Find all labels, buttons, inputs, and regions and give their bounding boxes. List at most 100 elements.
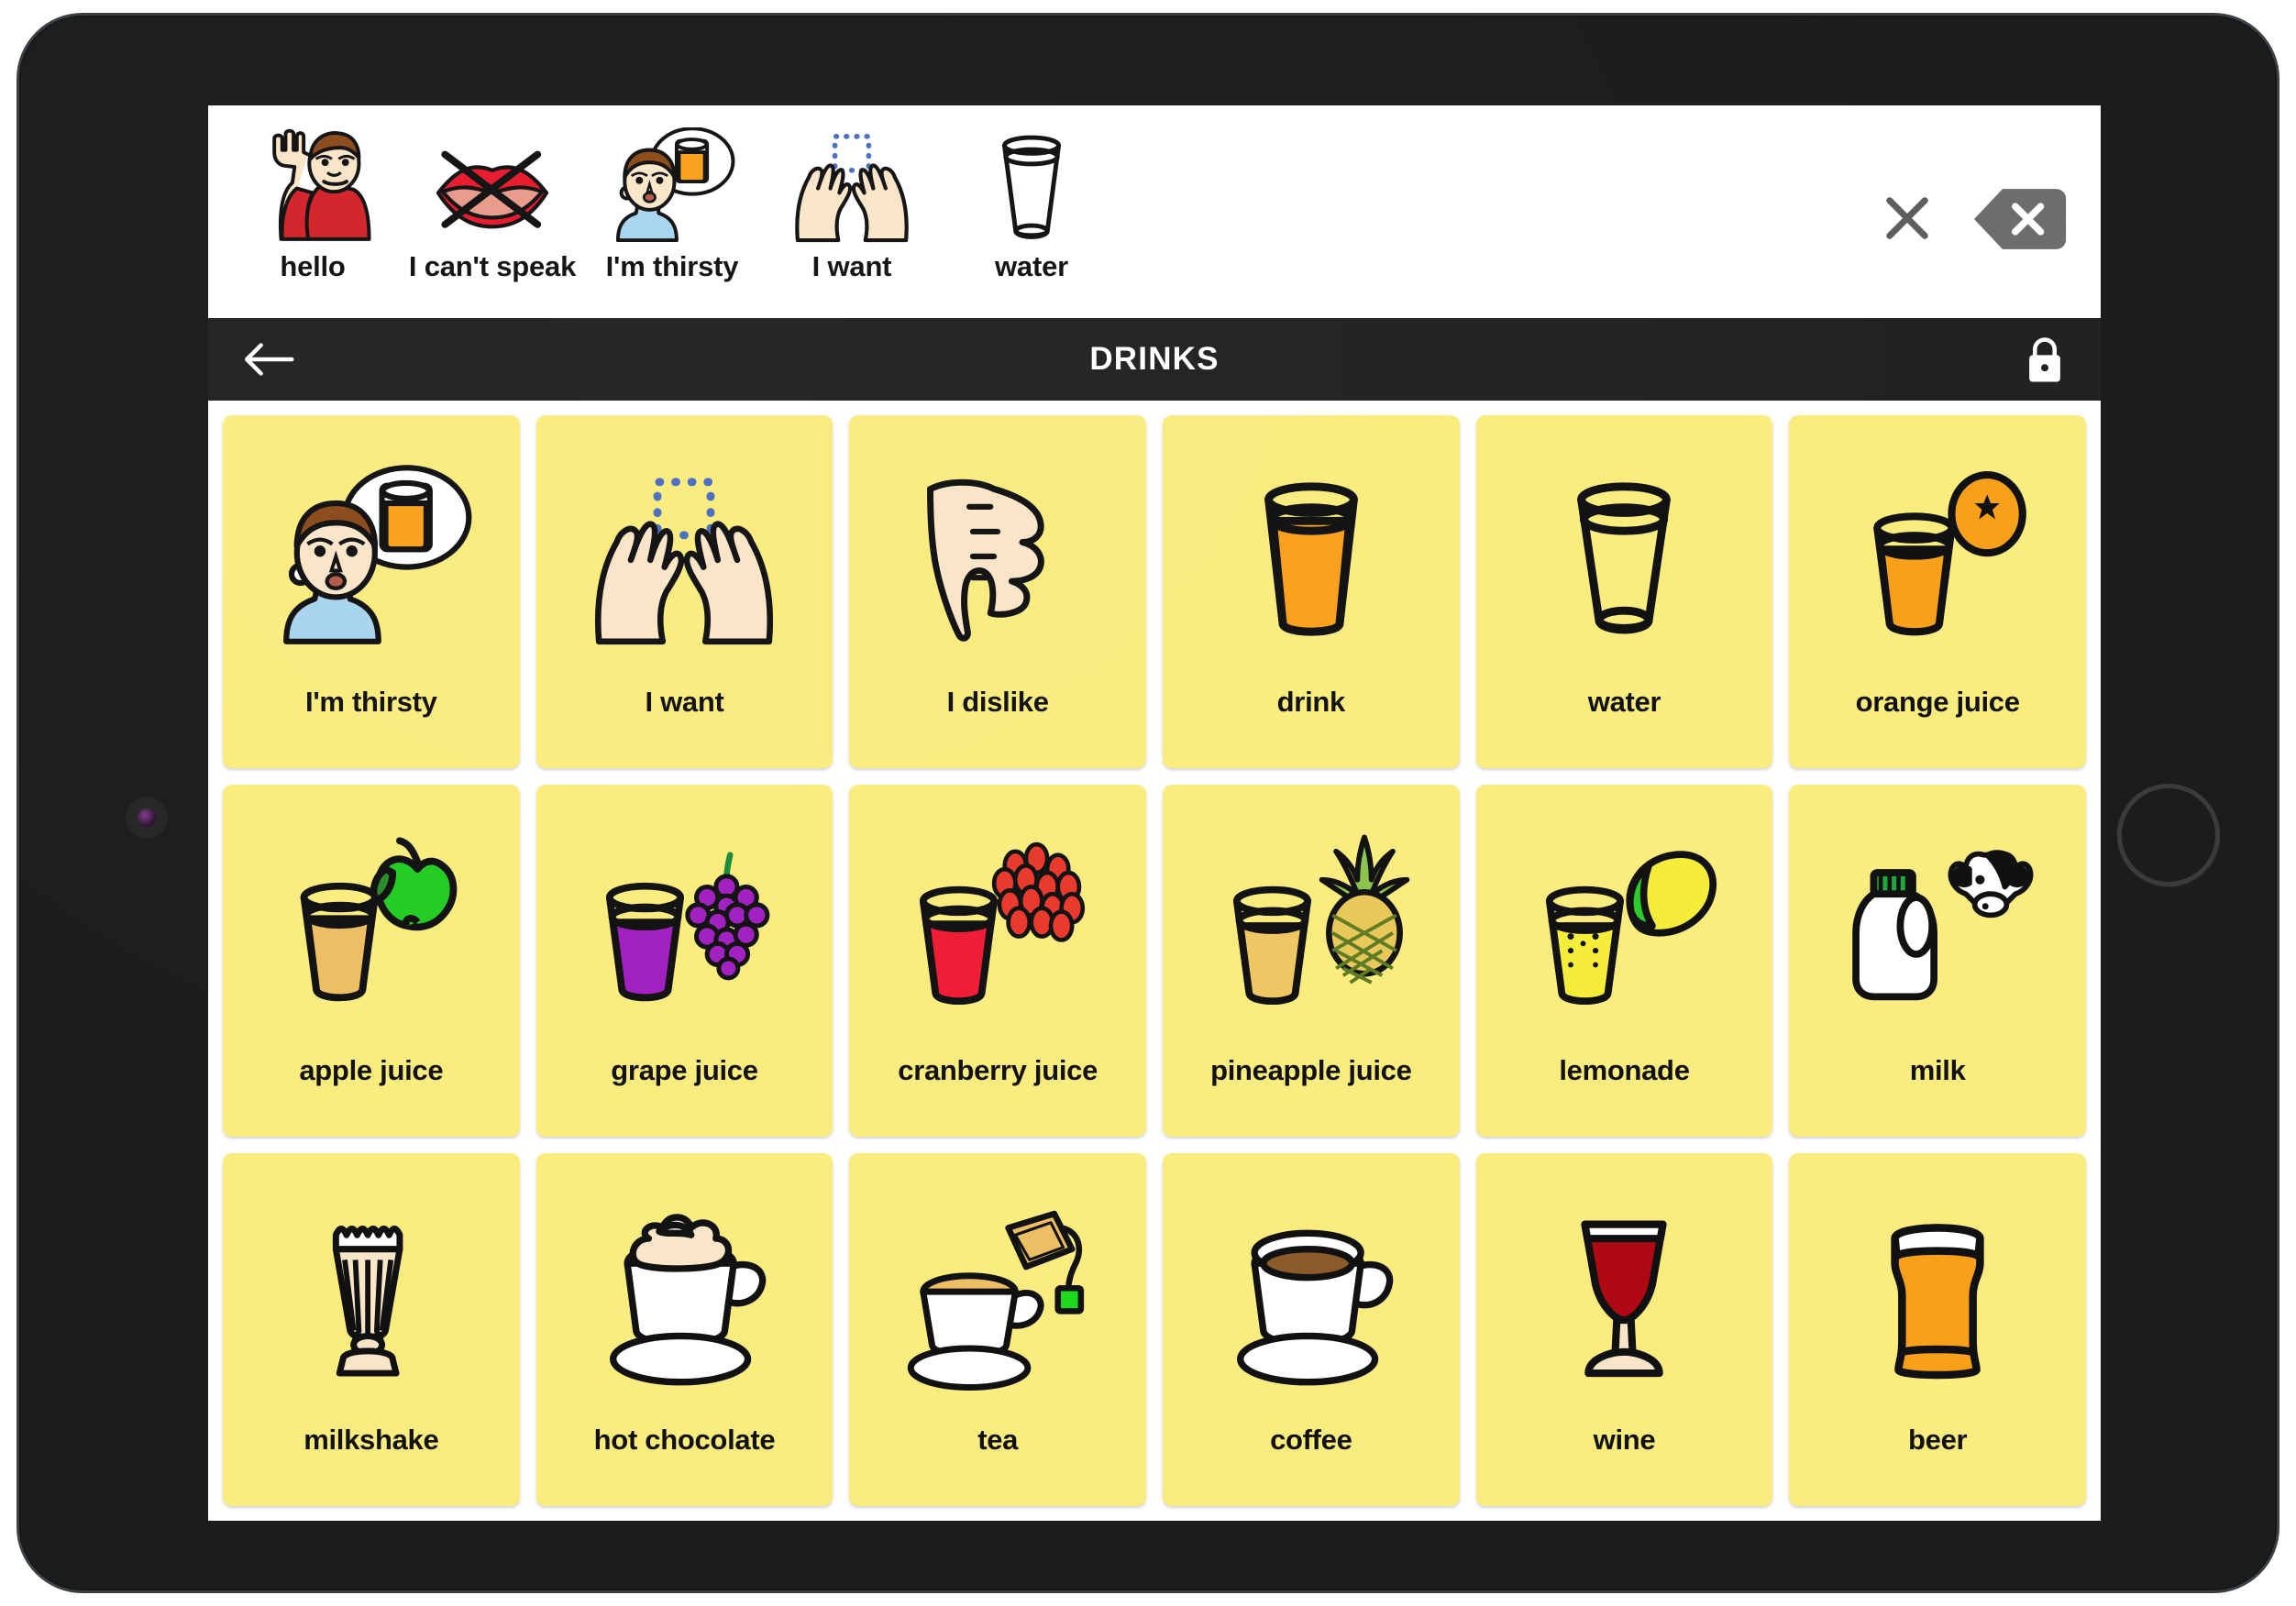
sentence-item-label: water — [995, 250, 1068, 282]
board-cell-apple-juice[interactable]: apple juice — [223, 784, 520, 1138]
two-hands-reaching-icon — [595, 478, 774, 645]
cell-artwork — [536, 798, 833, 1055]
cell-artwork — [536, 1166, 833, 1424]
sentence-item-hello[interactable]: hello — [223, 118, 403, 318]
cell-artwork — [1163, 798, 1460, 1055]
person-thinking-of-drink-icon — [615, 127, 735, 243]
sentence-item-im-thirsty[interactable]: I'm thirsty — [582, 118, 762, 318]
cell-label: water — [1587, 685, 1661, 718]
cell-label: wine — [1593, 1423, 1656, 1456]
beer-pint-icon — [1891, 1223, 1984, 1379]
glass-with-cranberries-icon — [920, 842, 1086, 1005]
tablet-device-frame: hello I can't speak I'm thirsty I want w… — [17, 13, 2279, 1593]
milk-jug-with-cow-icon — [1852, 850, 2034, 1001]
board-cell-coffee[interactable]: coffee — [1162, 1153, 1460, 1506]
cell-artwork — [1476, 798, 1773, 1055]
glass-of-orange-drink-icon — [1264, 482, 1358, 636]
wine-glass-icon — [1581, 1220, 1668, 1377]
mug-with-whipped-cream-icon — [610, 1213, 767, 1386]
page-title: DRINKS — [1089, 341, 1220, 377]
board-cell-i-dislike[interactable]: I dislike — [849, 415, 1146, 768]
cell-label: pineapple juice — [1210, 1054, 1412, 1087]
person-thinking-of-drink-icon — [282, 465, 472, 645]
cell-artwork — [849, 1166, 1146, 1424]
coffee-cup-icon — [1236, 1229, 1394, 1386]
close-x-icon — [1886, 197, 1928, 239]
sentence-item-label: I'm thirsty — [605, 250, 739, 282]
cell-label: milkshake — [304, 1423, 439, 1456]
cell-artwork — [1163, 428, 1460, 686]
board-cell-grape-juice[interactable]: grape juice — [535, 784, 833, 1138]
cell-artwork — [849, 798, 1146, 1055]
cell-label: I'm thirsty — [305, 685, 437, 718]
cell-artwork — [223, 1166, 520, 1424]
board-cell-cranberry-juice[interactable]: cranberry juice — [849, 784, 1146, 1138]
milkshake-glass-icon — [332, 1225, 403, 1377]
glass-with-pineapple-icon — [1232, 834, 1410, 1005]
board-cell-tea[interactable]: tea — [849, 1153, 1146, 1506]
backspace-delete-icon — [1973, 189, 2067, 249]
cell-label: I dislike — [946, 685, 1049, 718]
cell-label: drink — [1276, 685, 1346, 718]
sentence-item-label: I can't speak — [408, 250, 577, 282]
cell-label: cranberry juice — [898, 1054, 1098, 1087]
glass-with-green-apple-icon — [300, 837, 458, 1002]
cell-label: grape juice — [611, 1054, 758, 1087]
cell-artwork — [1476, 428, 1773, 686]
board-cell-orange-juice[interactable]: orange juice — [1789, 415, 2086, 768]
board-cell-lemonade[interactable]: lemonade — [1475, 784, 1773, 1138]
page-header: DRINKS — [208, 318, 2101, 401]
board-cell-milkshake[interactable]: milkshake — [223, 1153, 520, 1506]
padlock-icon — [2029, 337, 2060, 382]
cell-label: I want — [645, 685, 724, 718]
cell-artwork — [1789, 798, 2086, 1055]
board-cell-wine[interactable]: wine — [1475, 1153, 1773, 1506]
board-cell-drink[interactable]: drink — [1162, 415, 1460, 768]
board-cell-pineapple-juice[interactable]: pineapple juice — [1162, 784, 1460, 1138]
sentence-item-i-want[interactable]: I want — [762, 118, 942, 318]
teacup-with-teabag-icon — [907, 1210, 1085, 1391]
board-cell-milk[interactable]: milk — [1789, 784, 2086, 1138]
cell-label: milk — [1909, 1054, 1966, 1087]
cell-artwork — [1789, 1166, 2086, 1424]
cell-artwork — [849, 428, 1146, 686]
sentence-item-water[interactable]: water — [942, 118, 1121, 318]
cell-label: lemonade — [1559, 1054, 1690, 1087]
sentence-bar-actions — [1877, 118, 2101, 318]
front-camera-icon — [126, 797, 168, 839]
glass-with-lemon-icon — [1546, 851, 1717, 1005]
cell-label: apple juice — [299, 1054, 444, 1087]
glass-of-water-icon — [1002, 135, 1062, 239]
person-waving-hello-icon — [272, 128, 371, 241]
home-button[interactable] — [2117, 784, 2220, 886]
cell-label: beer — [1908, 1423, 1968, 1456]
sentence-item-i-cant-speak[interactable]: I can't speak — [403, 118, 582, 318]
cell-label: coffee — [1270, 1423, 1352, 1456]
board-cell-i-want[interactable]: I want — [535, 415, 833, 768]
glass-with-purple-grapes-icon — [606, 852, 770, 1002]
back-button[interactable] — [243, 333, 296, 386]
board-cell-beer[interactable]: beer — [1789, 1153, 2086, 1506]
cell-label: orange juice — [1855, 685, 2020, 718]
app-screen: hello I can't speak I'm thirsty I want w… — [208, 105, 2101, 1521]
board-cell-hot-chocolate[interactable]: hot chocolate — [535, 1153, 833, 1506]
communication-board-grid: I'm thirsty I want I dislike drink water… — [208, 401, 2101, 1521]
clear-all-button[interactable] — [1877, 188, 1937, 248]
empty-glass-of-water-icon — [1577, 482, 1672, 634]
cell-artwork — [223, 428, 520, 686]
back-arrow-icon — [244, 343, 294, 376]
board-cell-water[interactable]: water — [1475, 415, 1773, 768]
two-hands-reaching-icon — [795, 134, 909, 243]
cell-artwork — [1476, 1166, 1773, 1424]
sentence-bar: hello I can't speak I'm thirsty I want w… — [208, 105, 2101, 318]
board-cell-im-thirsty[interactable]: I'm thirsty — [223, 415, 520, 768]
glass-with-orange-icon — [1873, 471, 2027, 636]
cell-label: hot chocolate — [593, 1423, 776, 1456]
thumbs-down-icon — [927, 479, 1044, 643]
backspace-button[interactable] — [1970, 184, 2070, 252]
sentence-item-label: I want — [811, 250, 892, 282]
cell-artwork — [1163, 1166, 1460, 1424]
lock-button[interactable] — [2024, 334, 2066, 385]
cell-artwork — [536, 428, 833, 686]
cell-artwork — [223, 798, 520, 1055]
